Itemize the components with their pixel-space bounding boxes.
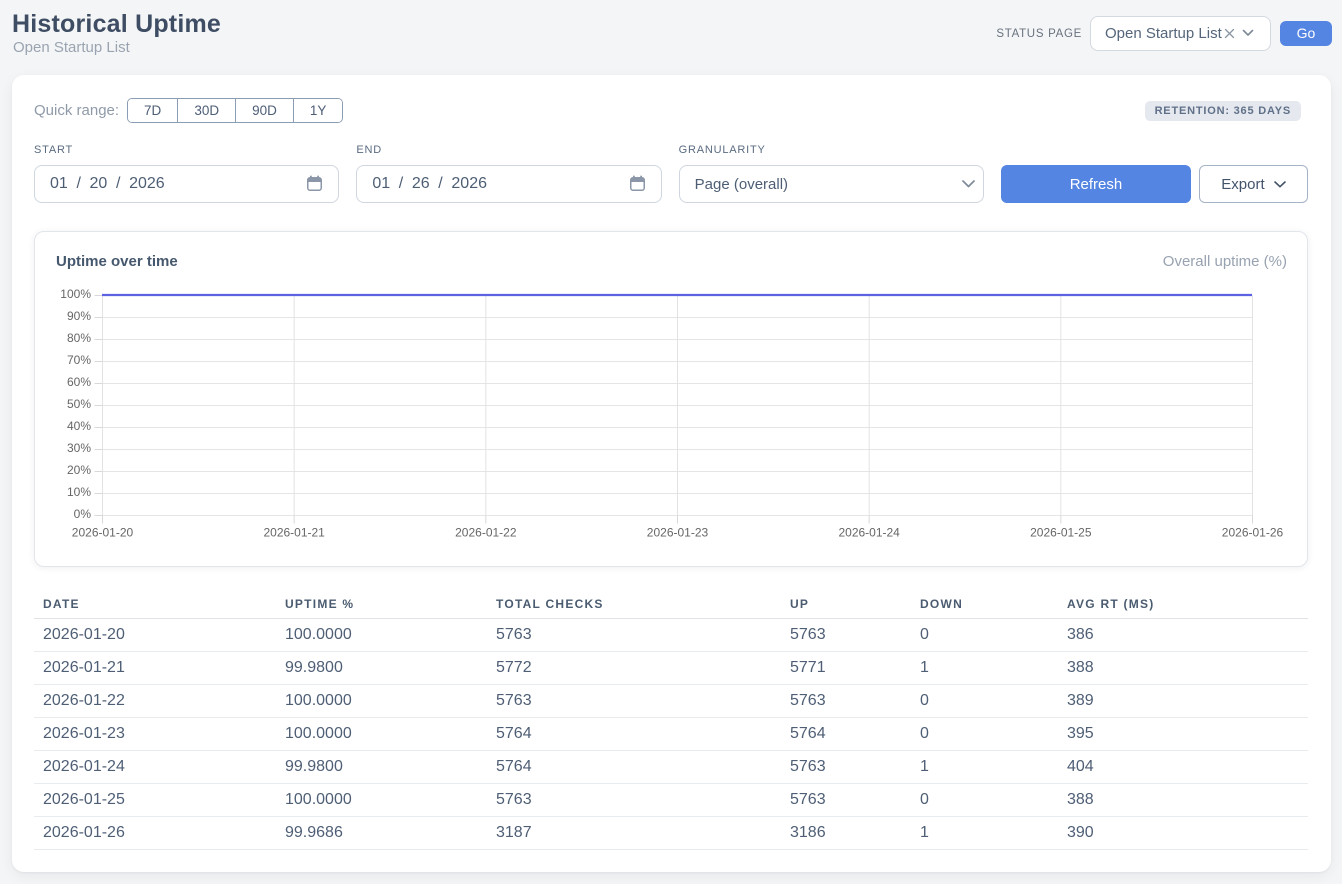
- svg-text:30%: 30%: [67, 441, 91, 455]
- svg-text:20%: 20%: [67, 463, 91, 477]
- svg-text:10%: 10%: [67, 485, 91, 499]
- svg-text:2026-01-21: 2026-01-21: [263, 526, 325, 540]
- svg-text:100%: 100%: [60, 287, 91, 301]
- svg-text:2026-01-26: 2026-01-26: [1222, 526, 1284, 540]
- svg-text:70%: 70%: [67, 353, 91, 367]
- svg-text:90%: 90%: [67, 309, 91, 323]
- svg-text:0%: 0%: [74, 507, 92, 521]
- svg-text:2026-01-25: 2026-01-25: [1030, 526, 1092, 540]
- svg-text:80%: 80%: [67, 331, 91, 345]
- svg-text:2026-01-22: 2026-01-22: [455, 526, 517, 540]
- svg-text:2026-01-24: 2026-01-24: [838, 526, 900, 540]
- svg-text:40%: 40%: [67, 419, 91, 433]
- svg-text:50%: 50%: [67, 397, 91, 411]
- svg-text:60%: 60%: [67, 375, 91, 389]
- svg-text:2026-01-20: 2026-01-20: [72, 526, 134, 540]
- svg-text:2026-01-23: 2026-01-23: [647, 526, 709, 540]
